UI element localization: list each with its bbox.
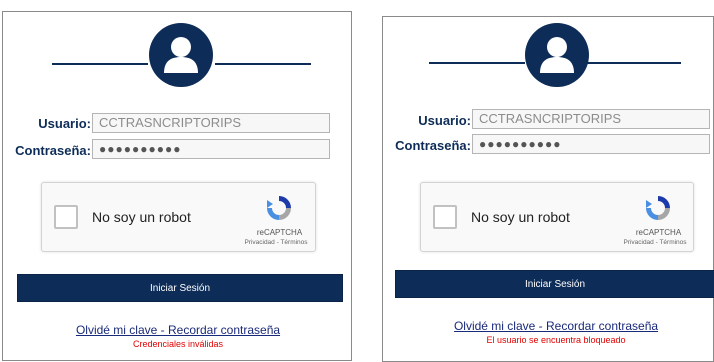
login-panel-right: Usuario: CCTRASNCRIPTORIPS Contraseña: ●…: [382, 16, 714, 362]
header-divider-left: [429, 62, 525, 64]
password-label: Contraseña:: [395, 138, 471, 153]
password-field[interactable]: ●●●●●●●●●●: [92, 139, 330, 159]
login-button[interactable]: Iniciar Sesión: [17, 274, 343, 302]
recaptcha-label: No soy un robot: [471, 209, 570, 225]
recaptcha-terms-link[interactable]: Privacidad - Términos: [616, 239, 694, 246]
header-divider-left: [52, 63, 148, 65]
error-message: El usuario se encuentra bloqueado: [486, 335, 626, 345]
recaptcha-widget: No soy un robot reCAPTCHA Privacidad - T…: [41, 182, 316, 252]
username-label: Usuario:: [418, 113, 471, 128]
password-field[interactable]: ●●●●●●●●●●: [472, 134, 710, 154]
login-panel-left: Usuario: CCTRASNCRIPTORIPS Contraseña: ●…: [2, 11, 352, 361]
recaptcha-terms-link[interactable]: Privacidad - Términos: [237, 239, 315, 246]
avatar: [149, 23, 213, 87]
user-icon: [164, 37, 198, 73]
recaptcha-logo-icon: [267, 196, 291, 220]
recaptcha-checkbox[interactable]: [54, 205, 78, 229]
recaptcha-brand: reCAPTCHA: [256, 228, 303, 237]
avatar: [525, 23, 589, 87]
error-message: Credenciales inválidas: [132, 339, 224, 349]
password-label: Contraseña:: [15, 143, 91, 158]
recaptcha-checkbox[interactable]: [433, 205, 457, 229]
header-divider-right: [215, 63, 311, 65]
forgot-password-link[interactable]: Olvidé mi clave - Recordar contraseña: [3, 323, 353, 337]
username-label: Usuario:: [38, 116, 91, 131]
recaptcha-label: No soy un robot: [92, 209, 191, 225]
recaptcha-logo-icon: [646, 196, 670, 220]
user-icon: [540, 37, 574, 73]
forgot-password-link[interactable]: Olvidé mi clave - Recordar contraseña: [383, 319, 714, 333]
login-button[interactable]: Iniciar Sesión: [395, 270, 714, 298]
username-field[interactable]: CCTRASNCRIPTORIPS: [92, 113, 330, 133]
recaptcha-brand: reCAPTCHA: [635, 228, 682, 237]
recaptcha-widget: No soy un robot reCAPTCHA Privacidad - T…: [420, 182, 694, 252]
username-field[interactable]: CCTRASNCRIPTORIPS: [472, 109, 710, 129]
header-divider-right: [585, 62, 681, 64]
